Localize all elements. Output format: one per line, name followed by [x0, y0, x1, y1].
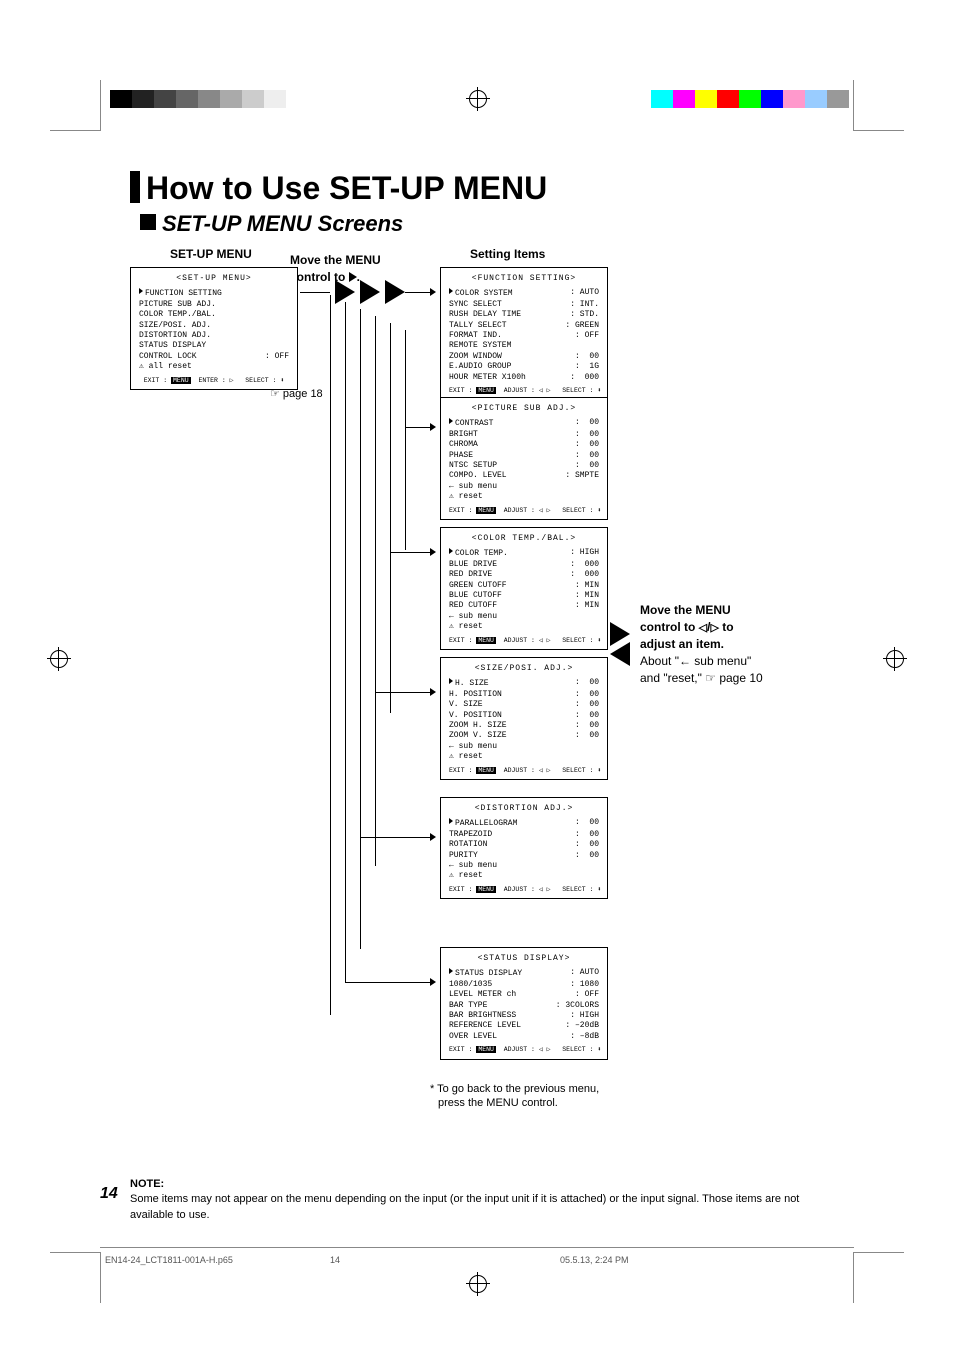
label-setting-items: Setting Items	[470, 247, 545, 261]
registration-mark-icon	[469, 90, 487, 108]
big-arrow-icon	[385, 280, 405, 304]
osd-size-posi-adj: <SIZE/POSI. ADJ.>H. SIZE: 00H. POSITION:…	[440, 657, 608, 780]
doc-meta-filename: EN14-24_LCT1811-001A-H.p65	[105, 1255, 233, 1265]
osd-status-display: <STATUS DISPLAY>STATUS DISPLAY: AUTO1080…	[440, 947, 608, 1060]
crop-mark	[50, 1252, 101, 1303]
page-title: How to Use SET-UP MENU	[130, 170, 854, 207]
doc-meta-page: 14	[330, 1255, 340, 1265]
osd-color-temp-bal: <COLOR TEMP./BAL.>COLOR TEMP.: HIGHBLUE …	[440, 527, 608, 650]
crop-mark	[853, 80, 904, 131]
footnote: NOTE: Some items may not appear on the m…	[130, 1177, 824, 1223]
registration-mark-icon	[469, 1275, 487, 1293]
osd-picture-sub-adj: <PICTURE SUB ADJ.>CONTRAST: 00BRIGHT: 00…	[440, 397, 608, 520]
left-triangle-icon: ◁	[699, 621, 707, 636]
osd-setup-menu: <SET-UP MENU>FUNCTION SETTINGPICTURE SUB…	[130, 267, 298, 390]
right-triangle-icon: ▷	[710, 621, 718, 636]
big-arrow-icon	[360, 280, 380, 304]
footer-rule	[100, 1247, 854, 1248]
color-bars	[110, 90, 286, 108]
page-ref-18: ☞ page 18	[270, 387, 323, 400]
page-number: 14	[100, 1185, 118, 1203]
back-note: * To go back to the previous menu, press…	[430, 1082, 599, 1111]
label-setup-menu: SET-UP MENU	[170, 247, 252, 261]
color-bars	[651, 90, 849, 108]
registration-mark-icon	[886, 650, 904, 668]
section-title: SET-UP MENU Screens	[140, 211, 854, 237]
crop-mark	[50, 80, 101, 131]
diagram: SET-UP MENU Setting Items Move the MENU …	[130, 247, 854, 1167]
big-arrow-left-icon	[610, 642, 630, 666]
osd-function-setting: <FUNCTION SETTING>COLOR SYSTEM: AUTOSYNC…	[440, 267, 608, 400]
registration-mark-icon	[50, 650, 68, 668]
side-note: Move the MENU control to ◁/▷ to adjust a…	[640, 602, 790, 687]
big-arrow-icon	[335, 280, 355, 304]
doc-meta-timestamp: 05.5.13, 2:24 PM	[560, 1255, 629, 1265]
crop-mark	[853, 1252, 904, 1303]
osd-distortion-adj: <DISTORTION ADJ.>PARALLELOGRAM: 00TRAPEZ…	[440, 797, 608, 899]
